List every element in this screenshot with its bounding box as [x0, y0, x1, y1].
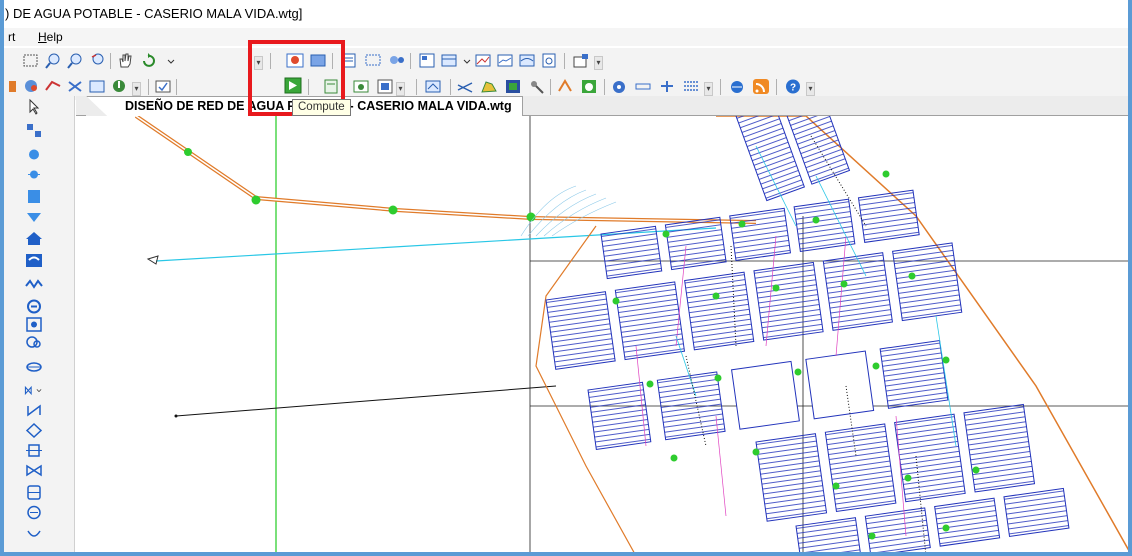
scenario-tool-icon[interactable]	[4, 78, 16, 95]
junction-node	[388, 205, 398, 215]
criticality-icon[interactable]	[682, 78, 700, 95]
alternatives-icon[interactable]	[22, 78, 40, 95]
reservoir-symbol	[146, 255, 159, 265]
isolation-valve-icon[interactable]	[24, 402, 44, 419]
sanitary-icon[interactable]	[580, 78, 598, 95]
rupture-disk-icon[interactable]	[24, 526, 44, 543]
hydropneumatic-tank-icon[interactable]	[24, 484, 44, 501]
element-toolbar	[4, 96, 75, 552]
hydrant-icon[interactable]	[24, 166, 44, 183]
orifice-icon[interactable]	[24, 504, 44, 521]
modelbuilder-icon[interactable]	[556, 78, 574, 95]
main-pipe	[134, 116, 757, 224]
junction-node	[184, 148, 192, 156]
zoom-in-icon[interactable]	[44, 52, 62, 69]
validate-icon[interactable]	[154, 78, 172, 95]
user-data-icon[interactable]	[88, 78, 106, 95]
app-window: ) DE AGUA POTABLE - CASERIO MALA VIDA.wt…	[0, 0, 1132, 556]
publish-icon[interactable]	[728, 78, 746, 95]
window-title: ) DE AGUA POTABLE - CASERIO MALA VIDA.wt…	[5, 6, 303, 21]
pipe-zigzag-icon[interactable]	[24, 276, 44, 293]
building-icon[interactable]	[24, 230, 44, 247]
zoom-previous-icon[interactable]	[88, 52, 106, 69]
energy-costs-icon[interactable]	[352, 78, 370, 95]
junction-icon[interactable]	[24, 146, 44, 163]
help-icon[interactable]: ?	[784, 78, 802, 95]
junction-node	[251, 195, 261, 205]
title-bar: ) DE AGUA POTABLE - CASERIO MALA VIDA.wt…	[4, 0, 1128, 24]
profile-icon[interactable]	[496, 52, 514, 69]
darwin-designer-icon[interactable]	[456, 78, 474, 95]
menu-item-insert[interactable]: rt	[8, 30, 15, 44]
zoom-extents-icon[interactable]	[22, 52, 40, 69]
reservoir-icon[interactable]	[24, 208, 44, 225]
tank-icon[interactable]	[24, 188, 44, 205]
toolbar-overflow-6[interactable]: ▾	[806, 82, 815, 96]
menu-item-help[interactable]: Help	[38, 30, 63, 44]
drawing-canvas[interactable]	[76, 116, 1128, 552]
toolbar-overflow-5[interactable]: ▾	[704, 82, 713, 96]
compute-tooltip: Compute	[292, 99, 351, 116]
connect-icon[interactable]	[658, 78, 676, 95]
loadbuilder-icon[interactable]	[424, 78, 442, 95]
surge-tank-icon[interactable]	[24, 422, 44, 439]
controls-icon[interactable]	[110, 78, 128, 95]
layout-icon[interactable]	[24, 122, 44, 139]
spot-elevation-icon[interactable]	[24, 334, 44, 351]
air-valve-icon[interactable]	[24, 462, 44, 479]
chevron-down-icon[interactable]	[458, 52, 471, 69]
check-valve-icon[interactable]	[24, 382, 52, 399]
chevron-down-icon[interactable]	[162, 52, 175, 69]
menu-help-accelerator: H	[38, 30, 47, 44]
menu-help-rest: elp	[46, 30, 63, 44]
turbine-icon[interactable]	[24, 358, 44, 375]
rss-feed-icon[interactable]	[752, 78, 770, 95]
contour-icon[interactable]	[518, 52, 536, 69]
refresh-icon[interactable]	[140, 52, 158, 69]
network-drawing	[134, 116, 1128, 552]
print-preview-icon[interactable]	[540, 52, 558, 69]
network-navigator-icon[interactable]	[610, 78, 628, 95]
valve-icon[interactable]	[24, 298, 44, 315]
black-line	[175, 385, 557, 417]
thiessen-polygon-icon[interactable]	[480, 78, 498, 95]
menu-bar: rt Help	[4, 28, 1128, 46]
skelebrator-icon[interactable]	[528, 78, 546, 95]
select-pointer-icon[interactable]	[24, 98, 44, 115]
toolbar-overflow-3[interactable]: ▾	[132, 82, 141, 96]
calculation-options-icon[interactable]	[44, 78, 62, 95]
pump-icon[interactable]	[24, 252, 44, 269]
query-icon[interactable]	[388, 52, 406, 69]
pan-hand-icon[interactable]	[116, 52, 134, 69]
zoom-out-icon[interactable]	[66, 52, 84, 69]
report-icon[interactable]	[572, 52, 590, 69]
contour-lines	[520, 185, 617, 237]
element-properties-icon[interactable]	[418, 52, 436, 69]
customer-meter-icon[interactable]	[24, 316, 44, 333]
toolbar-overflow-2[interactable]: ▾	[594, 56, 603, 70]
select-elements-icon[interactable]	[364, 52, 382, 69]
graph-icon[interactable]	[474, 52, 492, 69]
svg-text:?: ?	[790, 83, 796, 94]
flextable-icon[interactable]	[440, 52, 458, 69]
toolbar-row-1: ▾ ▾	[4, 48, 1128, 74]
toolbar-overflow-4[interactable]: ▾	[396, 82, 405, 96]
lot-blocks	[535, 116, 1128, 552]
discharge-icon[interactable]	[24, 442, 44, 459]
document-tab-strip: DISEÑO DE RED DE AGUA POTABLE - CASERIO …	[76, 96, 1128, 117]
pipe-link-icon[interactable]	[634, 78, 652, 95]
trex-icon[interactable]	[504, 78, 522, 95]
calculation-summary-icon[interactable]	[376, 78, 394, 95]
options-icon[interactable]	[66, 78, 84, 95]
